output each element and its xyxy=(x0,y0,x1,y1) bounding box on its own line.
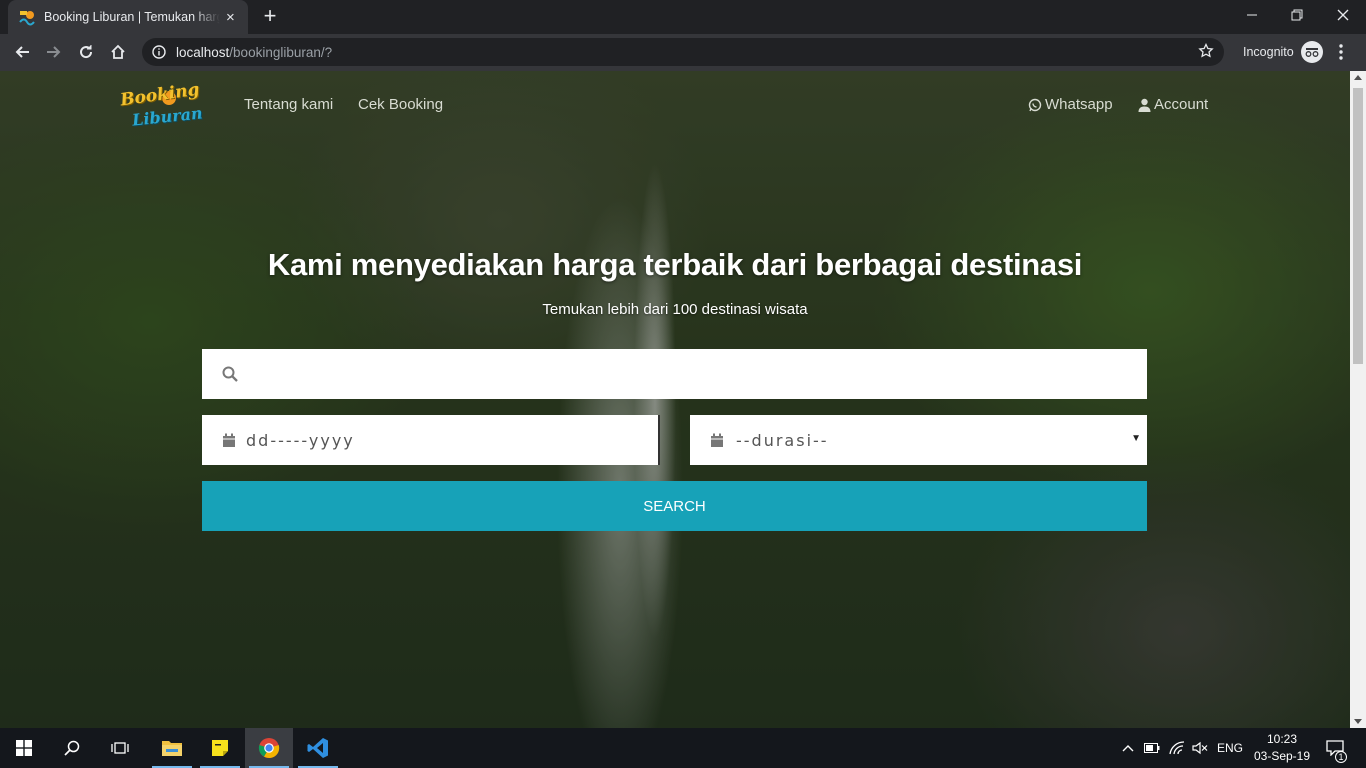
search-icon xyxy=(64,740,80,756)
scroll-down-arrow-icon[interactable] xyxy=(1354,719,1362,724)
restore-icon xyxy=(1291,9,1303,21)
date-field[interactable]: dd-----yyyy xyxy=(202,415,660,465)
nav-link-about[interactable]: Tentang kami xyxy=(244,96,333,113)
minimize-button[interactable] xyxy=(1229,0,1275,30)
chrome-icon xyxy=(258,738,280,759)
battery-indicator[interactable] xyxy=(1142,728,1162,768)
browser-tab[interactable]: Booking Liburan | Temukan harga terbaik … xyxy=(8,0,248,34)
taskbar-clock[interactable]: 10:23 03-Sep-19 xyxy=(1250,731,1314,765)
nav-link-account[interactable]: Account xyxy=(1138,96,1208,113)
wifi-indicator[interactable] xyxy=(1166,728,1188,768)
browser-menu-icon[interactable] xyxy=(1338,43,1344,61)
folder-icon xyxy=(162,741,182,756)
back-arrow-icon xyxy=(15,46,29,58)
forward-arrow-icon xyxy=(47,46,61,58)
windows-taskbar: ENG 10:23 03-Sep-19 1 xyxy=(0,728,1366,768)
hero-title: Kami menyediakan harga terbaik dari berb… xyxy=(267,247,1083,282)
nav-link-check-booking[interactable]: Cek Booking xyxy=(358,96,443,113)
destination-search-field[interactable] xyxy=(202,349,1147,399)
close-icon xyxy=(1337,9,1349,21)
url-text: localhost/bookingliburan/? xyxy=(176,45,332,60)
volume-indicator[interactable] xyxy=(1190,728,1210,768)
maximize-button[interactable] xyxy=(1274,0,1320,30)
chevron-up-icon xyxy=(1122,745,1134,752)
minimize-icon xyxy=(1247,14,1257,16)
taskbar-vscode[interactable] xyxy=(294,728,342,768)
user-icon xyxy=(1138,98,1151,112)
booking-liburan-favicon-icon xyxy=(19,11,35,26)
volume-muted-icon xyxy=(1192,741,1208,755)
home-icon xyxy=(111,44,125,59)
url-path: /bookingliburan/? xyxy=(229,44,333,60)
nav-link-whatsapp[interactable]: Whatsapp xyxy=(1028,96,1113,113)
clock-date: 03-Sep-19 xyxy=(1253,749,1311,763)
duration-select[interactable]: --durasi-- ▼ xyxy=(690,415,1147,465)
back-button[interactable] xyxy=(8,38,36,66)
tab-title: Booking Liburan | Temukan harga terbaik xyxy=(44,10,220,24)
reload-button[interactable] xyxy=(72,38,100,66)
whatsapp-label: Whatsapp xyxy=(1045,96,1113,113)
wifi-icon xyxy=(1169,741,1185,755)
tab-close-icon[interactable]: × xyxy=(226,9,235,26)
dropdown-caret-icon: ▼ xyxy=(1131,433,1141,444)
account-label: Account xyxy=(1154,96,1209,113)
battery-icon xyxy=(1144,743,1160,753)
whatsapp-icon xyxy=(1028,98,1042,111)
taskbar-file-explorer[interactable] xyxy=(148,728,196,768)
action-center-button[interactable]: 1 xyxy=(1320,728,1350,768)
search-input[interactable] xyxy=(250,349,1147,399)
search-button[interactable]: SEARCH xyxy=(202,481,1147,531)
windows-logo-icon xyxy=(16,740,32,756)
hero-section: Booking Liburan Tentang kami Cek Booking… xyxy=(0,71,1350,728)
incognito-icon[interactable] xyxy=(1301,41,1323,63)
incognito-label: Incognito xyxy=(1243,45,1294,59)
scrollbar-thumb[interactable] xyxy=(1353,88,1363,364)
taskbar-chrome[interactable] xyxy=(245,728,293,768)
calendar-icon xyxy=(711,433,723,447)
task-view-icon xyxy=(111,742,129,754)
hero-subtitle: Temukan lebih dari 100 destinasi wisata xyxy=(542,301,808,318)
vscode-icon xyxy=(307,738,328,758)
site-logo[interactable]: Booking Liburan xyxy=(118,80,203,133)
url-host: localhost xyxy=(176,44,230,60)
address-bar[interactable]: localhost/bookingliburan/? xyxy=(142,38,1224,66)
date-input-value[interactable]: dd-----yyyy xyxy=(246,431,355,450)
taskbar-search-button[interactable] xyxy=(48,728,96,768)
sticky-notes-icon xyxy=(212,740,228,756)
tray-overflow-button[interactable] xyxy=(1118,728,1138,768)
taskbar-sticky-notes[interactable] xyxy=(196,728,244,768)
language-indicator[interactable]: ENG xyxy=(1214,728,1246,768)
forward-button[interactable] xyxy=(40,38,68,66)
scroll-up-arrow-icon[interactable] xyxy=(1354,75,1362,80)
home-button[interactable] xyxy=(104,38,132,66)
reload-icon xyxy=(80,45,93,59)
new-tab-button[interactable]: + xyxy=(258,4,282,28)
browser-titlebar: Booking Liburan | Temukan harga terbaik … xyxy=(0,0,1366,34)
info-icon[interactable] xyxy=(152,45,166,59)
calendar-icon xyxy=(223,433,235,447)
browser-toolbar: localhost/bookingliburan/? Incognito xyxy=(0,34,1366,71)
search-icon xyxy=(222,366,238,382)
page-scrollbar[interactable] xyxy=(1350,71,1366,728)
duration-selected-value: --durasi-- xyxy=(736,430,829,450)
start-button[interactable] xyxy=(0,728,48,768)
background-overlay xyxy=(0,71,1350,728)
clock-time: 10:23 xyxy=(1266,732,1298,746)
task-view-button[interactable] xyxy=(96,728,144,768)
notification-count: 1 xyxy=(1335,751,1347,763)
bookmark-star-icon[interactable] xyxy=(1198,43,1214,59)
close-window-button[interactable] xyxy=(1320,0,1366,30)
